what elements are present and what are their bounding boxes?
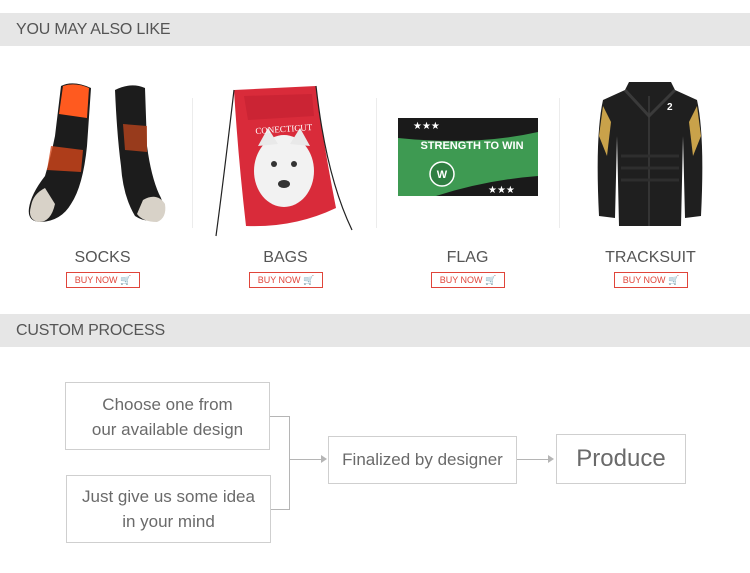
process-step-finalized: Finalized by designer [328, 436, 517, 484]
product-name: BAGS [263, 249, 308, 266]
flag-image[interactable]: ★★★ ★★★ STRENGTH TO WIN W [376, 76, 559, 246]
step-label: Finalized by designer [342, 450, 503, 469]
arrow-icon [548, 455, 554, 463]
section-title: CUSTOM PROCESS [16, 322, 165, 339]
section-title: YOU MAY ALSO LIKE [16, 21, 171, 38]
product-name: TRACKSUIT [605, 249, 696, 266]
product-card-socks[interactable]: SOCKS BUY NOW 🛒 [11, 76, 194, 296]
process-step-choose-design: Choose one from our available design [65, 382, 270, 450]
step-label: Produce [576, 445, 666, 472]
buy-now-button[interactable]: BUY NOW 🛒 [431, 272, 505, 288]
step-line: Choose one from [102, 395, 233, 414]
buy-now-button[interactable]: BUY NOW 🛒 [249, 272, 323, 288]
connector-line [517, 459, 548, 460]
section-header-custom-process: CUSTOM PROCESS [0, 314, 750, 347]
product-card-bags[interactable]: CONECTICUT BAGS BUY NOW 🛒 [194, 76, 377, 296]
connector-line [289, 459, 321, 460]
buy-now-button[interactable]: BUY NOW 🛒 [66, 272, 140, 288]
flag-print-text: STRENGTH TO WIN [420, 140, 523, 152]
svg-text:★★★: ★★★ [413, 121, 440, 132]
product-card-tracksuit[interactable]: 2 TRACKSUIT BUY NOW 🛒 [559, 76, 742, 296]
product-card-flag[interactable]: ★★★ ★★★ STRENGTH TO WIN W FLAG BUY NOW 🛒 [376, 76, 559, 296]
svg-text:★★★: ★★★ [488, 185, 515, 196]
step-line: in your mind [122, 512, 215, 531]
flag-badge-text: W [437, 169, 448, 181]
step-line: Just give us some idea [82, 487, 255, 506]
socks-image[interactable] [11, 76, 194, 246]
buy-now-button[interactable]: BUY NOW 🛒 [614, 272, 688, 288]
connector-line [289, 416, 290, 510]
tracksuit-image[interactable]: 2 [559, 76, 742, 246]
arrow-icon [321, 455, 327, 463]
product-name: FLAG [446, 249, 489, 266]
product-divider [192, 98, 193, 228]
section-header-also-like: YOU MAY ALSO LIKE [0, 13, 750, 46]
product-name: SOCKS [74, 249, 131, 266]
bag-image[interactable]: CONECTICUT [194, 76, 377, 246]
connector-line [271, 509, 289, 510]
jacket-logo-text: 2 [667, 102, 673, 113]
step-line: our available design [91, 420, 244, 439]
process-step-produce: Produce [556, 434, 686, 484]
process-step-give-idea: Just give us some idea in your mind [66, 475, 271, 543]
connector-line [270, 416, 289, 417]
